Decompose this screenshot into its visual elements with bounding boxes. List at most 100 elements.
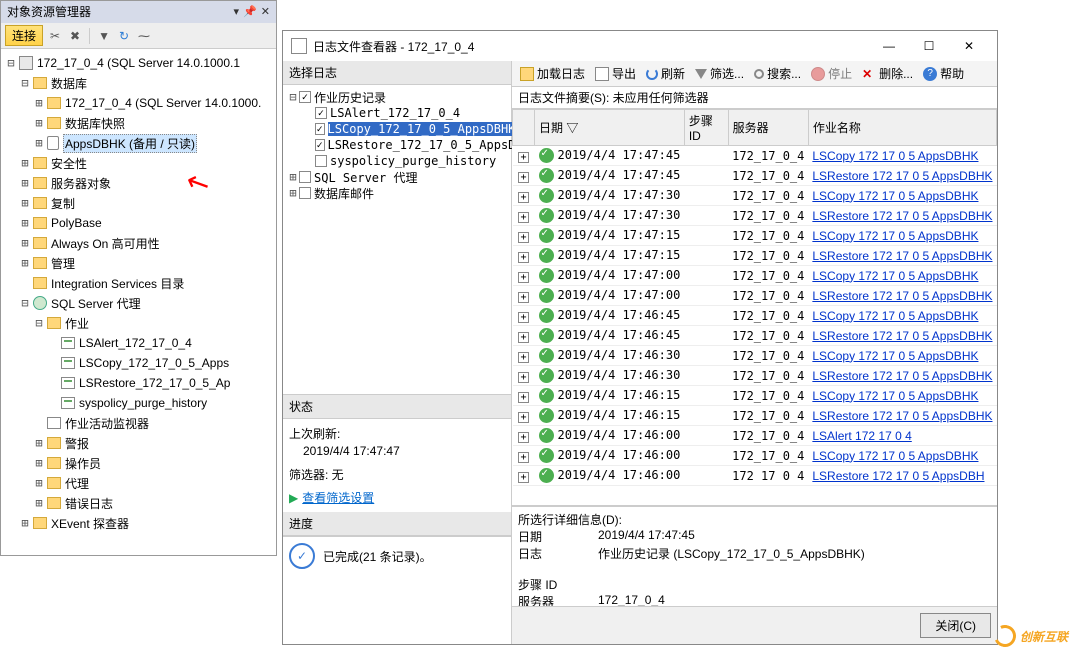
expand-row-icon[interactable]: +: [518, 152, 529, 163]
job-link[interactable]: LSRestore 172 17 0 5 AppsDBHK: [812, 169, 992, 183]
table-row[interactable]: + 2019/4/4 17:47:00 172_17_0_4 LSCopy 17…: [513, 266, 997, 286]
search-button[interactable]: 搜索...: [750, 63, 805, 84]
filter-icon[interactable]: ▼: [96, 28, 112, 44]
expand-icon[interactable]: ⊞: [33, 96, 45, 110]
job-link[interactable]: LSRestore 172 17 0 5 AppsDBHK: [812, 249, 992, 263]
dropdown-icon[interactable]: ▾: [234, 1, 240, 23]
expand-icon[interactable]: ⊞: [33, 476, 45, 490]
tree-db-node[interactable]: ⊞172_17_0_4 (SQL Server 14.0.1000.: [5, 93, 276, 113]
tree-operators-node[interactable]: ⊞操作员: [5, 453, 276, 473]
expand-icon[interactable]: ⊞: [19, 196, 31, 210]
expand-icon[interactable]: ⊞: [19, 256, 31, 270]
close-dialog-button[interactable]: 关闭(C): [920, 613, 991, 638]
close-icon[interactable]: ✕: [261, 1, 270, 23]
job-link[interactable]: LSAlert 172 17 0 4: [812, 429, 911, 443]
expand-row-icon[interactable]: +: [518, 172, 529, 183]
tree-server-node[interactable]: ⊟172_17_0_4 (SQL Server 14.0.1000.1: [5, 53, 276, 73]
checkbox[interactable]: [315, 123, 325, 135]
log-tree-node[interactable]: ⊟作业历史记录: [287, 89, 507, 105]
job-link[interactable]: LSCopy 172 17 0 5 AppsDBHK: [812, 149, 978, 163]
tree-serverobj-node[interactable]: ⊞服务器对象: [5, 173, 276, 193]
checkbox[interactable]: [315, 139, 325, 151]
tree-management-node[interactable]: ⊞管理: [5, 253, 276, 273]
tree-job-node[interactable]: ⊞syspolicy_purge_history: [5, 393, 276, 413]
job-link[interactable]: LSCopy 172 17 0 5 AppsDBHK: [812, 309, 978, 323]
refresh-button[interactable]: 刷新: [642, 63, 689, 84]
tree-proxies-node[interactable]: ⊞代理: [5, 473, 276, 493]
col-expand[interactable]: [513, 110, 535, 146]
refresh-icon[interactable]: ↻: [116, 28, 132, 44]
table-row[interactable]: + 2019/4/4 17:46:15 172_17_0_4 LSCopy 17…: [513, 386, 997, 406]
maximize-button[interactable]: ☐: [909, 32, 949, 60]
expand-row-icon[interactable]: +: [518, 212, 529, 223]
tree-alerts-node[interactable]: ⊞警报: [5, 433, 276, 453]
filter-button[interactable]: 筛选...: [691, 63, 748, 84]
log-tree-node[interactable]: LSCopy_172_17_0_5_AppsDBHK: [287, 121, 507, 137]
tree-databases-node[interactable]: ⊟数据库: [5, 73, 276, 93]
table-row[interactable]: + 2019/4/4 17:46:45 172_17_0_4 LSCopy 17…: [513, 306, 997, 326]
job-link[interactable]: LSRestore 172 17 0 5 AppsDBHK: [812, 409, 992, 423]
job-link[interactable]: LSCopy 172 17 0 5 AppsDBHK: [812, 449, 978, 463]
table-row[interactable]: + 2019/4/4 17:46:00 172_17_0_4 LSCopy 17…: [513, 446, 997, 466]
table-row[interactable]: + 2019/4/4 17:46:00 172 17 0 4 LSRestore…: [513, 466, 997, 486]
log-tree-node[interactable]: ⊞数据库邮件: [287, 185, 507, 201]
connect-button[interactable]: 连接: [5, 25, 43, 46]
log-tree-node[interactable]: syspolicy_purge_history: [287, 153, 507, 169]
checkbox[interactable]: [315, 107, 327, 119]
job-link[interactable]: LSRestore 172 17 0 5 AppsDBHK: [812, 329, 992, 343]
activity-icon[interactable]: ⁓: [136, 28, 152, 44]
tree-job-node[interactable]: ⊞LSAlert_172_17_0_4: [5, 333, 276, 353]
expand-icon[interactable]: ⊞: [287, 186, 299, 200]
minimize-button[interactable]: —: [869, 32, 909, 60]
log-tree-node[interactable]: LSAlert_172_17_0_4: [287, 105, 507, 121]
collapse-icon[interactable]: ⊟: [19, 296, 31, 310]
tree-appsdb-node[interactable]: ⊞AppsDBHK (备用 / 只读): [5, 133, 276, 153]
table-row[interactable]: + 2019/4/4 17:46:15 172_17_0_4 LSRestore…: [513, 406, 997, 426]
expand-row-icon[interactable]: +: [518, 432, 529, 443]
table-row[interactable]: + 2019/4/4 17:47:45 172_17_0_4 LSRestore…: [513, 166, 997, 186]
table-row[interactable]: + 2019/4/4 17:47:45 172_17_0_4 LSCopy 17…: [513, 146, 997, 166]
collapse-icon[interactable]: ⊟: [5, 56, 17, 70]
job-link[interactable]: LSCopy 172 17 0 5 AppsDBHK: [812, 229, 978, 243]
log-tree-node[interactable]: ⊞SQL Server 代理: [287, 169, 507, 185]
expand-row-icon[interactable]: +: [518, 292, 529, 303]
log-grid[interactable]: 日期 ▽ 步骤 ID 服务器 作业名称 + 2019/4/4 17:47:45 …: [512, 109, 997, 506]
table-row[interactable]: + 2019/4/4 17:46:45 172_17_0_4 LSRestore…: [513, 326, 997, 346]
table-row[interactable]: + 2019/4/4 17:46:30 172_17_0_4 LSCopy 17…: [513, 346, 997, 366]
table-row[interactable]: + 2019/4/4 17:47:30 172_17_0_4 LSCopy 17…: [513, 186, 997, 206]
expand-row-icon[interactable]: +: [518, 472, 529, 483]
expand-icon[interactable]: ⊞: [19, 516, 31, 530]
expand-icon[interactable]: ⊞: [19, 236, 31, 250]
expand-row-icon[interactable]: +: [518, 332, 529, 343]
delete-button[interactable]: ✕删除...: [858, 63, 917, 84]
expand-row-icon[interactable]: +: [518, 392, 529, 403]
tree-security-node[interactable]: ⊞安全性: [5, 153, 276, 173]
job-link[interactable]: LSCopy 172 17 0 5 AppsDBHK: [812, 349, 978, 363]
job-link[interactable]: LSRestore 172 17 0 5 AppsDBHK: [812, 209, 992, 223]
tree-replication-node[interactable]: ⊞复制: [5, 193, 276, 213]
table-row[interactable]: + 2019/4/4 17:47:00 172_17_0_4 LSRestore…: [513, 286, 997, 306]
tree-jobs-node[interactable]: ⊟作业: [5, 313, 276, 333]
expand-icon[interactable]: ⊞: [33, 436, 45, 450]
collapse-icon[interactable]: ⊟: [19, 76, 31, 90]
expand-row-icon[interactable]: +: [518, 412, 529, 423]
checkbox[interactable]: [315, 155, 327, 167]
job-link[interactable]: LSRestore 172 17 0 5 AppsDBHK: [812, 369, 992, 383]
col-server[interactable]: 服务器: [728, 110, 808, 146]
tree-alwayson-node[interactable]: ⊞Always On 高可用性: [5, 233, 276, 253]
expand-icon[interactable]: ⊞: [19, 176, 31, 190]
expand-icon[interactable]: ⊞: [33, 116, 45, 130]
expand-icon[interactable]: ⊞: [19, 216, 31, 230]
table-row[interactable]: + 2019/4/4 17:46:30 172_17_0_4 LSRestore…: [513, 366, 997, 386]
expand-row-icon[interactable]: +: [518, 232, 529, 243]
expand-icon[interactable]: ⊞: [33, 136, 45, 150]
tree-errorlogs-node[interactable]: ⊞错误日志: [5, 493, 276, 513]
table-row[interactable]: + 2019/4/4 17:46:00 172_17_0_4 LSAlert 1…: [513, 426, 997, 446]
expand-icon[interactable]: ⊞: [287, 170, 299, 184]
close-button[interactable]: ✕: [949, 32, 989, 60]
export-button[interactable]: 导出: [591, 63, 640, 84]
table-row[interactable]: + 2019/4/4 17:47:15 172_17_0_4 LSCopy 17…: [513, 226, 997, 246]
job-link[interactable]: LSCopy 172 17 0 5 AppsDBHK: [812, 189, 978, 203]
expand-row-icon[interactable]: +: [518, 352, 529, 363]
job-link[interactable]: LSRestore 172 17 0 5 AppsDBHK: [812, 289, 992, 303]
